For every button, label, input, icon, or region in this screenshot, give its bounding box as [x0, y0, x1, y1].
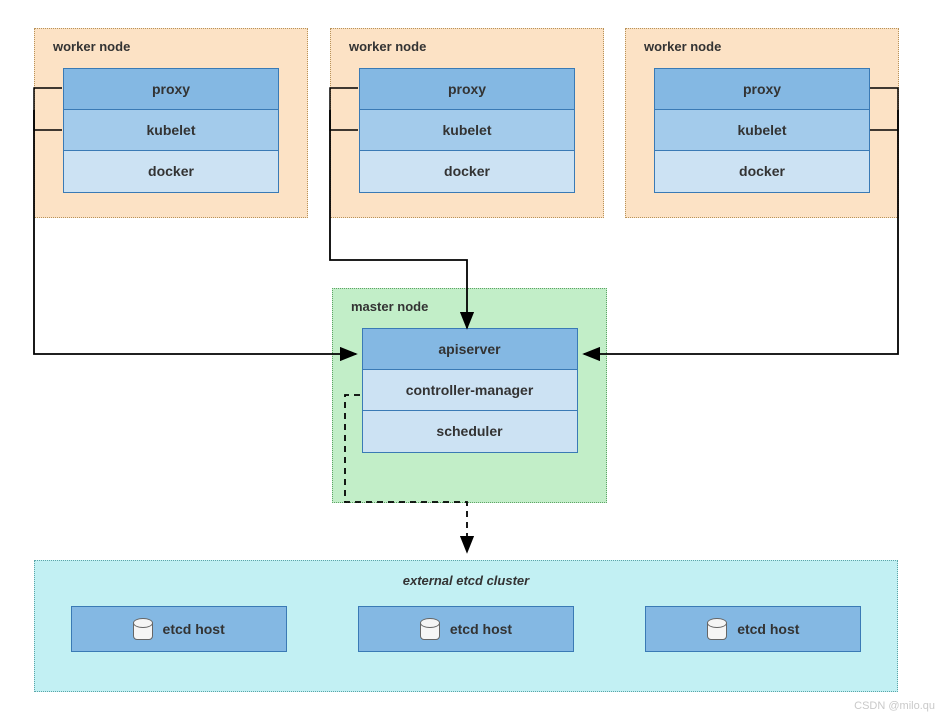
master-node-title: master node: [351, 299, 592, 314]
worker-node-2: worker node proxy kubelet docker: [330, 28, 604, 218]
scheduler-component: scheduler: [363, 411, 577, 452]
database-icon: [420, 618, 438, 640]
master-stack: apiserver controller-manager scheduler: [362, 328, 578, 453]
etcd-host-label: etcd host: [737, 621, 799, 637]
apiserver-component: apiserver: [363, 329, 577, 370]
worker-stack: proxy kubelet docker: [654, 68, 870, 193]
etcd-host-label: etcd host: [450, 621, 512, 637]
etcd-cluster-title: external etcd cluster: [55, 573, 877, 588]
kubelet-component: kubelet: [64, 110, 278, 151]
docker-component: docker: [655, 151, 869, 192]
worker-node-3: worker node proxy kubelet docker: [625, 28, 899, 218]
etcd-host: etcd host: [645, 606, 861, 652]
etcd-hosts-row: etcd host etcd host etcd host: [55, 606, 877, 652]
worker-stack: proxy kubelet docker: [63, 68, 279, 193]
proxy-component: proxy: [360, 69, 574, 110]
worker-stack: proxy kubelet docker: [359, 68, 575, 193]
controller-manager-component: controller-manager: [363, 370, 577, 411]
proxy-component: proxy: [64, 69, 278, 110]
etcd-host: etcd host: [71, 606, 287, 652]
etcd-host: etcd host: [358, 606, 574, 652]
docker-component: docker: [64, 151, 278, 192]
kubelet-component: kubelet: [360, 110, 574, 151]
database-icon: [707, 618, 725, 640]
master-node: master node apiserver controller-manager…: [332, 288, 607, 503]
watermark: CSDN @milo.qu: [854, 700, 935, 712]
docker-component: docker: [360, 151, 574, 192]
proxy-component: proxy: [655, 69, 869, 110]
etcd-cluster: external etcd cluster etcd host etcd hos…: [34, 560, 898, 692]
worker-node-title: worker node: [644, 39, 884, 54]
worker-node-title: worker node: [53, 39, 293, 54]
database-icon: [133, 618, 151, 640]
etcd-host-label: etcd host: [163, 621, 225, 637]
worker-node-1: worker node proxy kubelet docker: [34, 28, 308, 218]
kubelet-component: kubelet: [655, 110, 869, 151]
worker-node-title: worker node: [349, 39, 589, 54]
